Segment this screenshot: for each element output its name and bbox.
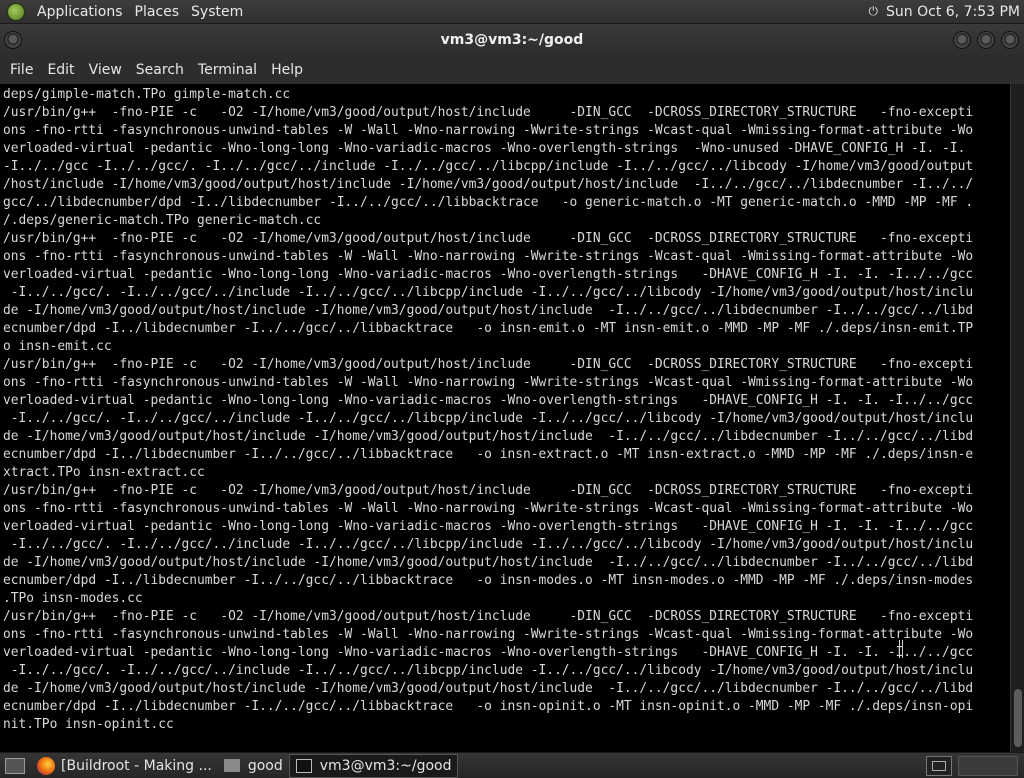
menu-file[interactable]: File: [3, 56, 40, 84]
terminal-line: /usr/bin/g++ -fno-PIE -c -O2 -I/home/vm3…: [3, 357, 974, 372]
terminal-line: verloaded-virtual -pedantic -Wno-long-lo…: [3, 393, 974, 408]
terminal-line: ons -fno-rtti -fasynchronous-unwind-tabl…: [3, 375, 974, 390]
terminal-line: ecnumber/dpd -I../libdecnumber -I../../g…: [3, 321, 974, 336]
terminal-line: verloaded-virtual -pedantic -Wno-long-lo…: [3, 519, 974, 534]
firefox-icon: [37, 756, 55, 775]
terminal-line: -I../../gcc/. -I../../gcc/../include -I.…: [3, 663, 974, 678]
show-desktop-icon[interactable]: [5, 757, 25, 774]
terminal-scrollbar[interactable]: [1010, 84, 1024, 752]
terminal-lines: deps/gimple-match.TPo gimple-match.cc/us…: [3, 86, 1010, 734]
taskbar-item-firefox[interactable]: [Buildroot - Making ...: [31, 754, 218, 778]
taskbar-item-terminal[interactable]: vm3@vm3:~/good: [288, 753, 459, 778]
window-title: vm3@vm3:~/good: [440, 32, 584, 48]
terminal-line: /usr/bin/g++ -fno-PIE -c -O2 -I/home/vm3…: [3, 231, 974, 246]
maximize-button[interactable]: [977, 31, 995, 49]
terminal-line: de -I/home/vm3/good/output/host/include …: [3, 555, 974, 570]
terminal-line: ons -fno-rtti -fasynchronous-unwind-tabl…: [3, 627, 974, 642]
menu-view[interactable]: View: [82, 56, 129, 84]
top-panel: Applications Places System ⏻ Sun Oct 6, …: [0, 0, 1024, 24]
mouse-ibeam-cursor: [899, 640, 903, 658]
close-button[interactable]: [1001, 31, 1019, 49]
distro-logo-icon[interactable]: [7, 2, 25, 21]
terminal-line: ons -fno-rtti -fasynchronous-unwind-tabl…: [3, 501, 974, 516]
minimize-button[interactable]: [953, 31, 971, 49]
terminal-line: -I../../gcc/. -I../../gcc/../include -I.…: [3, 411, 974, 426]
terminal-output[interactable]: deps/gimple-match.TPo gimple-match.cc/us…: [0, 84, 1010, 752]
terminal-line: .TPo insn-modes.cc: [3, 591, 143, 606]
terminal-line: ecnumber/dpd -I../libdecnumber -I../../g…: [3, 447, 974, 462]
window-menu-button[interactable]: [4, 31, 22, 49]
terminal-line: /usr/bin/g++ -fno-PIE -c -O2 -I/home/vm3…: [3, 483, 974, 498]
terminal-line: /host/include -I/home/vm3/good/output/ho…: [3, 177, 974, 192]
menu-search[interactable]: Search: [129, 56, 191, 84]
terminal-line: de -I/home/vm3/good/output/host/include …: [3, 681, 974, 696]
taskbar-item-label: good: [247, 757, 283, 774]
workspace-2[interactable]: [958, 755, 1018, 776]
folder-icon: [223, 759, 240, 772]
window-titlebar[interactable]: vm3@vm3:~/good: [0, 24, 1024, 56]
terminal-line: nit.TPo insn-opinit.cc: [3, 717, 174, 732]
terminal-line: de -I/home/vm3/good/output/host/include …: [3, 429, 974, 444]
taskbar: [Buildroot - Making ... good vm3@vm3:~/g…: [0, 752, 1024, 778]
terminal-line: -I../../gcc/. -I../../gcc/../include -I.…: [3, 285, 974, 300]
terminal-line: -I../../gcc/. -I../../gcc/../include -I.…: [3, 537, 974, 552]
terminal-line: o insn-emit.cc: [3, 339, 112, 354]
terminal-line: -I../../gcc -I../../gcc/. -I../../gcc/..…: [3, 159, 974, 174]
menu-help[interactable]: Help: [264, 56, 310, 84]
terminal-line: xtract.TPo insn-extract.cc: [3, 465, 205, 480]
places-menu[interactable]: Places: [129, 0, 186, 24]
terminal-line: deps/gimple-match.TPo gimple-match.cc: [3, 87, 291, 102]
applications-menu[interactable]: Applications: [31, 0, 129, 24]
terminal-line: verloaded-virtual -pedantic -Wno-long-lo…: [3, 645, 974, 660]
terminal-line: verloaded-virtual -pedantic -Wno-long-lo…: [3, 267, 974, 282]
workspace-switcher-icon[interactable]: [926, 755, 952, 776]
terminal-line: gcc/../libdecnumber/dpd -I../libdecnumbe…: [3, 195, 974, 210]
terminal-line: /usr/bin/g++ -fno-PIE -c -O2 -I/home/vm3…: [3, 609, 974, 624]
power-icon[interactable]: ⏻: [869, 4, 879, 19]
taskbar-item-folder[interactable]: good: [218, 754, 289, 778]
taskbar-item-label: vm3@vm3:~/good: [319, 757, 452, 774]
terminal-icon: [295, 758, 312, 773]
terminal-line: /usr/bin/g++ -fno-PIE -c -O2 -I/home/vm3…: [3, 105, 974, 120]
menubar: File Edit View Search Terminal Help: [0, 56, 1024, 84]
terminal-line: ons -fno-rtti -fasynchronous-unwind-tabl…: [3, 123, 974, 138]
system-menu[interactable]: System: [185, 0, 249, 24]
menu-terminal[interactable]: Terminal: [191, 56, 264, 84]
terminal-line: de -I/home/vm3/good/output/host/include …: [3, 303, 974, 318]
terminal-line: /.deps/generic-match.TPo generic-match.c…: [3, 213, 322, 228]
menu-edit[interactable]: Edit: [40, 56, 81, 84]
terminal-line: ecnumber/dpd -I../libdecnumber -I../../g…: [3, 699, 974, 714]
clock[interactable]: Sun Oct 6, 7:53 PM: [886, 4, 1020, 20]
scrollbar-thumb[interactable]: [1014, 689, 1022, 747]
taskbar-item-label: [Buildroot - Making ...: [61, 757, 212, 774]
terminal-line: ecnumber/dpd -I../libdecnumber -I../../g…: [3, 573, 974, 588]
terminal-line: ons -fno-rtti -fasynchronous-unwind-tabl…: [3, 249, 974, 264]
terminal-line: verloaded-virtual -pedantic -Wno-long-lo…: [3, 141, 966, 156]
